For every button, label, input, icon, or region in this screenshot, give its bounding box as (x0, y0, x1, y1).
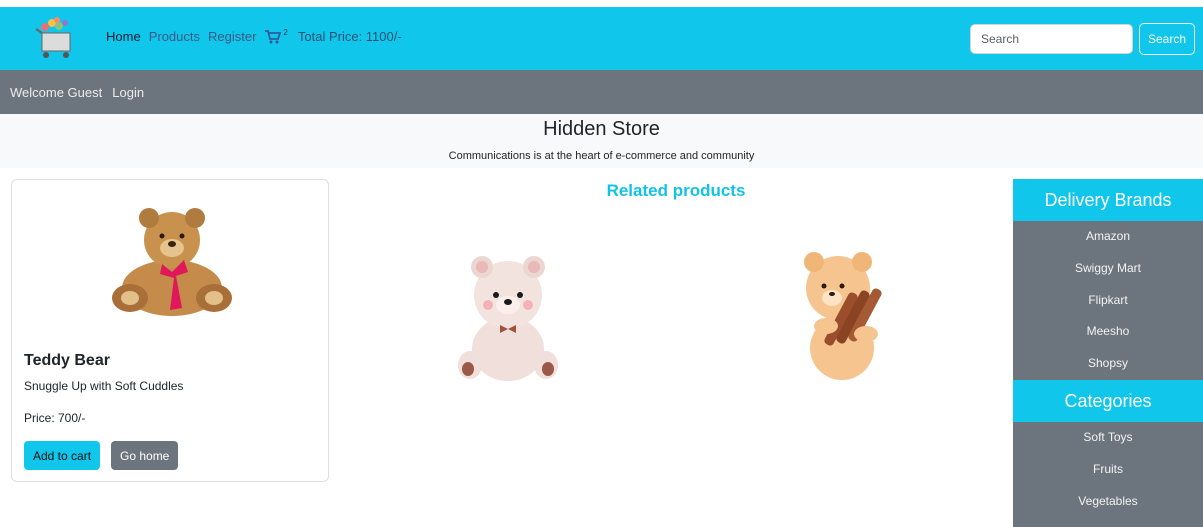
add-to-cart-button[interactable]: Add to cart (24, 441, 101, 470)
product-title: Teddy Bear (24, 352, 110, 369)
delivery-brands-heading: Delivery Brands (1013, 179, 1203, 221)
main-nav: Home Products Register 2 Total Price: 11… (106, 28, 402, 44)
cart-count-badge: 2 (283, 28, 288, 37)
search-input[interactable] (969, 24, 1133, 54)
shopping-cart-logo[interactable] (28, 13, 84, 65)
related-product-bear-pink[interactable] (456, 253, 560, 385)
sidebar-item-shopsy[interactable]: Shopsy (1013, 348, 1203, 380)
login-link[interactable]: Login (112, 85, 144, 100)
sidebar-item-meesho[interactable]: Meesho (1013, 316, 1203, 348)
product-price: Price: 700/- (24, 411, 86, 425)
sidebar-item-amazon[interactable]: Amazon (1013, 221, 1203, 253)
product-card: Teddy Bear Snuggle Up with Soft Cuddles … (11, 179, 329, 482)
go-home-button[interactable]: Go home (111, 441, 179, 470)
sidebar: Delivery Brands Amazon Swiggy Mart Flipk… (1013, 179, 1203, 527)
sidebar-item-swiggy-mart[interactable]: Swiggy Mart (1013, 253, 1203, 285)
total-price: Total Price: 1100/- (297, 29, 402, 44)
top-navbar: Home Products Register 2 Total Price: 11… (0, 7, 1203, 70)
teddy-bear-image (112, 208, 232, 316)
page-subtitle: Communications is at the heart of e-comm… (448, 150, 755, 162)
user-bar: Welcome Guest Login (0, 70, 1203, 114)
product-description: Snuggle Up with Soft Cuddles (24, 379, 184, 393)
page-title: Hidden Store (543, 118, 660, 140)
sidebar-item-vegetables[interactable]: Vegetables (1013, 486, 1203, 518)
store-header: Hidden Store Communications is at the he… (0, 114, 1203, 168)
related-product-bear-cinnamon[interactable] (796, 244, 888, 384)
search-button[interactable]: Search (1138, 23, 1195, 55)
related-products-title: Related products (606, 181, 746, 200)
sidebar-item-fruits[interactable]: Fruits (1013, 454, 1203, 486)
nav-products-link[interactable]: Products (149, 29, 200, 44)
categories-heading: Categories (1013, 379, 1203, 422)
cart-link[interactable]: 2 (264, 28, 288, 44)
welcome-text: Welcome Guest (10, 84, 103, 100)
cart-icon (265, 29, 282, 43)
nav-register-link[interactable]: Register (208, 29, 256, 44)
nav-home-link[interactable]: Home (106, 29, 141, 44)
search-form: Search (969, 23, 1195, 55)
sidebar-item-soft-toys[interactable]: Soft Toys (1013, 422, 1203, 454)
sidebar-item-flipkart[interactable]: Flipkart (1013, 285, 1203, 317)
